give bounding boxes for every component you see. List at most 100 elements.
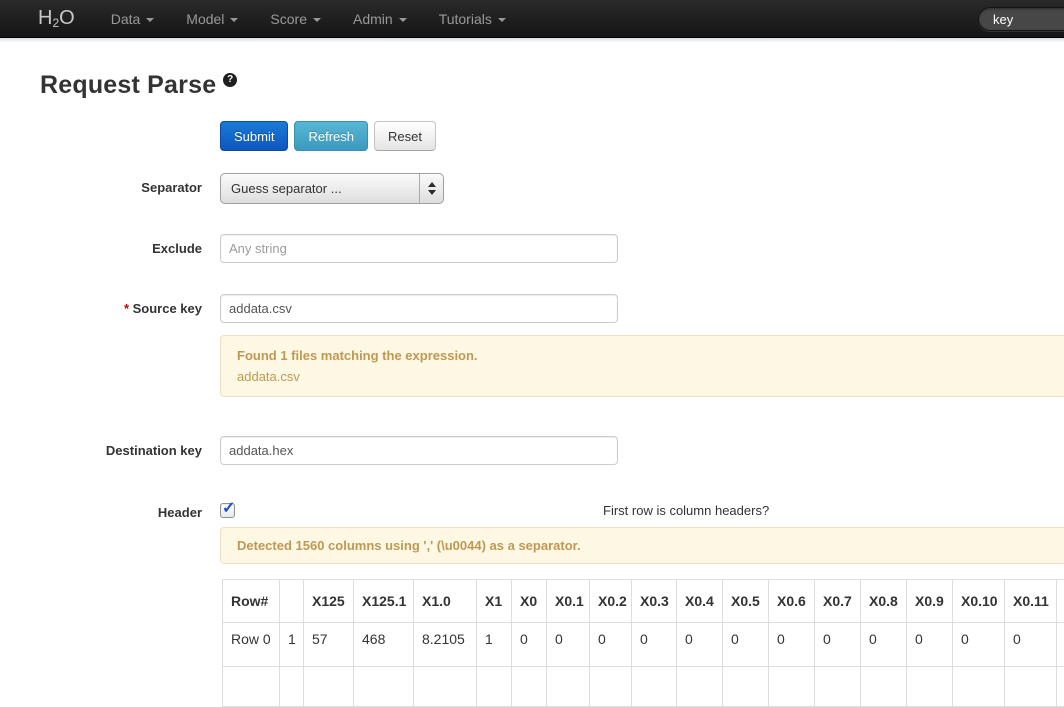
nav-item-data[interactable]: Data — [95, 11, 171, 27]
source-key-input[interactable] — [220, 294, 618, 323]
nav-item-model[interactable]: Model — [170, 11, 254, 27]
files-found-alert: Found 1 files matching the expression. a… — [220, 335, 1064, 397]
header-checkbox[interactable]: ✓ — [220, 503, 235, 518]
column-header: X0.1 — [547, 580, 590, 623]
help-icon[interactable]: ? — [223, 73, 237, 87]
refresh-button[interactable]: Refresh — [294, 121, 368, 151]
chevron-down-icon — [230, 18, 238, 22]
table-cell — [861, 667, 907, 707]
navbar-shadow — [0, 38, 1064, 42]
destination-key-input[interactable] — [220, 436, 618, 465]
column-header — [280, 580, 304, 623]
destination-key-row: Destination key — [0, 436, 1064, 465]
h2o-logo[interactable]: H2O — [38, 7, 75, 30]
table-cell: Row 0 — [223, 623, 280, 667]
table-body: Row 01574688.21051000000000000 — [223, 623, 1064, 707]
table-cell — [304, 667, 354, 707]
chevron-down-icon — [498, 18, 506, 22]
nav-item-tutorials[interactable]: Tutorials — [423, 11, 522, 27]
reset-button[interactable]: Reset — [374, 121, 436, 151]
table-cell — [547, 667, 590, 707]
column-header: X0.4 — [677, 580, 723, 623]
source-key-label-text: Source key — [133, 301, 202, 316]
column-header: X0.2 — [590, 580, 632, 623]
table-cell — [223, 667, 280, 707]
table-cell: 0 — [907, 623, 953, 667]
header-row: Header ✓ First row is column headers? De… — [0, 498, 1064, 564]
column-header — [1057, 580, 1064, 623]
exclude-row: Exclude — [0, 234, 1064, 263]
nav-item-label: Admin — [353, 11, 393, 27]
column-header: X0.9 — [907, 580, 953, 623]
table-cell — [677, 667, 723, 707]
column-header: X125 — [304, 580, 354, 623]
nav-item-admin[interactable]: Admin — [337, 11, 423, 27]
table-cell — [723, 667, 769, 707]
table-cell: 0 — [547, 623, 590, 667]
chevron-down-icon — [313, 18, 321, 22]
column-header: X1.0 — [414, 580, 477, 623]
table-cell: 1 — [280, 623, 304, 667]
arrow-up-icon — [428, 182, 436, 187]
exclude-label: Exclude — [0, 234, 202, 256]
table-header-row: Row#X125X125.1X1.0X1X0X0.1X0.2X0.3X0.4X0… — [223, 580, 1064, 623]
separator-row: Separator Guess separator ... — [0, 173, 1064, 204]
table-cell — [769, 667, 815, 707]
separator-select[interactable]: Guess separator ... — [220, 173, 444, 204]
brand-text: H — [38, 7, 52, 29]
header-label: Header — [0, 498, 202, 520]
table-cell: 57 — [304, 623, 354, 667]
source-key-label: * Source key — [0, 294, 202, 316]
page-title-text: Request Parse — [40, 71, 216, 99]
table-cell — [907, 667, 953, 707]
page-title: Request Parse? — [40, 71, 1064, 99]
table-cell — [632, 667, 677, 707]
toolbar: Submit Refresh Reset — [220, 121, 1064, 151]
submit-button[interactable]: Submit — [220, 121, 288, 151]
parse-preview-table-wrap: Row#X125X125.1X1.0X1X0X0.1X0.2X0.3X0.4X0… — [222, 579, 1064, 707]
separator-selected-value: Guess separator ... — [221, 181, 419, 196]
columns-detected-alert: Detected 1560 columns using ',' (\u0044)… — [220, 527, 1064, 564]
table-cell: 1 — [477, 623, 512, 667]
arrow-down-icon — [428, 190, 436, 195]
nav-item-label: Data — [111, 11, 141, 27]
header-description: First row is column headers? — [603, 503, 769, 518]
nav-item-label: Model — [186, 11, 224, 27]
chevron-down-icon — [399, 18, 407, 22]
checkmark-icon: ✓ — [222, 498, 235, 518]
table-cell: 0 — [677, 623, 723, 667]
column-header: Row# — [223, 580, 280, 623]
table-cell — [1057, 623, 1064, 667]
table-cell: 0 — [632, 623, 677, 667]
table-cell — [477, 667, 512, 707]
column-header: X0 — [512, 580, 547, 623]
nav-item-label: Score — [270, 11, 307, 27]
column-header: X0.10 — [953, 580, 1005, 623]
column-header: X0.8 — [861, 580, 907, 623]
nav-item-score[interactable]: Score — [254, 11, 337, 27]
table-cell: 0 — [590, 623, 632, 667]
table-cell — [354, 667, 414, 707]
table-cell: 0 — [512, 623, 547, 667]
table-row — [223, 667, 1064, 707]
exclude-input[interactable] — [220, 234, 618, 263]
required-asterisk: * — [124, 301, 129, 316]
column-header: X0.7 — [815, 580, 861, 623]
column-header: X0.11 — [1005, 580, 1057, 623]
table-cell: 0 — [953, 623, 1005, 667]
files-found-message: Found 1 files matching the expression. — [237, 345, 1064, 366]
destination-key-label: Destination key — [0, 436, 202, 458]
column-header: X1 — [477, 580, 512, 623]
column-header: X0.3 — [632, 580, 677, 623]
table-cell — [815, 667, 861, 707]
matched-file-name: addata.csv — [237, 366, 1064, 387]
table-cell: 0 — [723, 623, 769, 667]
search-input[interactable] — [978, 7, 1064, 31]
brand-text: O — [59, 7, 75, 29]
select-stepper-icon — [419, 174, 443, 203]
table-cell: 0 — [1005, 623, 1057, 667]
table-cell: 0 — [769, 623, 815, 667]
navbar-menu: Data Model Score Admin Tutorials — [95, 0, 522, 37]
table-cell — [414, 667, 477, 707]
table-cell: 8.2105 — [414, 623, 477, 667]
